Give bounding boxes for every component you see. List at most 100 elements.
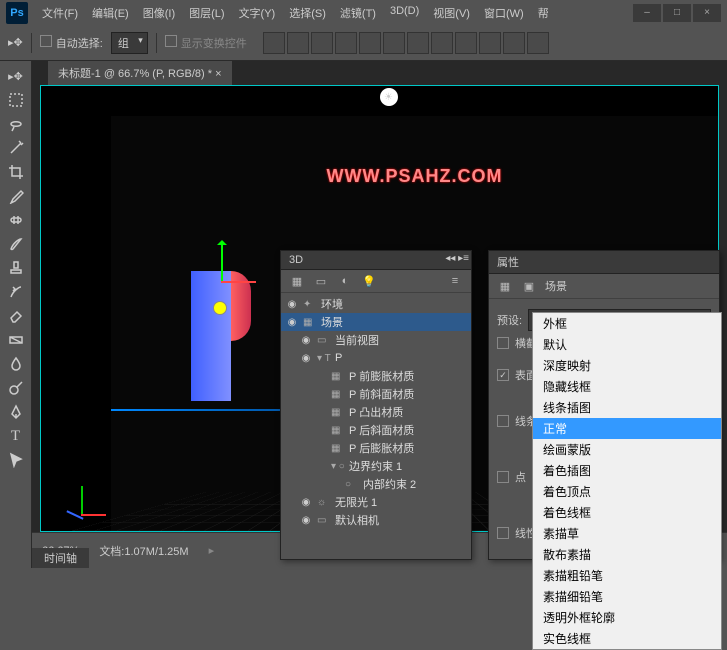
menu-file[interactable]: 文件(F)	[36, 3, 84, 23]
tree-row[interactable]: ◉▭默认相机	[281, 511, 471, 529]
stamp-tool[interactable]	[4, 257, 28, 279]
dropdown-item[interactable]: 绘画蒙版	[533, 439, 721, 460]
menu-window[interactable]: 窗口(W)	[478, 3, 530, 23]
dropdown-item[interactable]: 默认	[533, 334, 721, 355]
brush-tool[interactable]	[4, 233, 28, 255]
visibility-icon[interactable]: ◉	[299, 353, 313, 364]
history-brush-tool[interactable]	[4, 281, 28, 303]
menu-image[interactable]: 图像(I)	[137, 3, 181, 23]
dropdown-item[interactable]: 线条插图	[533, 397, 721, 418]
align-icon[interactable]	[431, 32, 453, 54]
healing-tool[interactable]	[4, 209, 28, 231]
dropdown-item[interactable]: 着色线框	[533, 502, 721, 523]
panel-menu-icon[interactable]: ◂◂ ▸≡	[445, 253, 469, 264]
menu-layer[interactable]: 图层(L)	[183, 3, 230, 23]
scene-icon[interactable]: ▦	[497, 279, 513, 293]
align-icon[interactable]	[359, 32, 381, 54]
gradient-tool[interactable]	[4, 329, 28, 351]
preset-dropdown[interactable]: 外框默认深度映射隐藏线框线条插图正常绘画蒙版着色插图着色顶点着色线框素描草散布素…	[532, 312, 722, 650]
dropdown-item[interactable]: 素描细铅笔	[533, 586, 721, 607]
mode-3d-icon[interactable]	[527, 32, 549, 54]
filter-scene-icon[interactable]: ▦	[289, 274, 305, 288]
maximize-button[interactable]: □	[663, 4, 691, 22]
lasso-tool[interactable]	[4, 113, 28, 135]
tree-row[interactable]: ▦P 前斜面材质	[281, 385, 471, 403]
align-icon[interactable]	[455, 32, 477, 54]
dropdown-item[interactable]: 深度映射	[533, 355, 721, 376]
dropdown-item[interactable]: 透明外框轮廓	[533, 607, 721, 628]
align-icon[interactable]	[407, 32, 429, 54]
visibility-icon[interactable]: ◉	[299, 515, 313, 526]
tree-row[interactable]: ○内部约束 2	[281, 475, 471, 493]
tree-row[interactable]: ▾ ○边界约束 1	[281, 457, 471, 475]
visibility-icon[interactable]: ◉	[299, 497, 313, 508]
blur-tool[interactable]	[4, 353, 28, 375]
dropdown-item[interactable]: 着色顶点	[533, 481, 721, 502]
align-icon[interactable]	[503, 32, 525, 54]
tree-row[interactable]: ◉▭当前视图	[281, 331, 471, 349]
lines-checkbox[interactable]	[497, 415, 509, 427]
marquee-tool[interactable]	[4, 89, 28, 111]
dropdown-item[interactable]: 实色线框	[533, 628, 721, 649]
show-transform-checkbox[interactable]: 显示变换控件	[165, 35, 247, 51]
minimize-button[interactable]: –	[633, 4, 661, 22]
tree-row[interactable]: ▦P 凸出材质	[281, 403, 471, 421]
doc-info[interactable]: 文档:1.07M/1.25M	[99, 543, 188, 559]
auto-select-target[interactable]: 组	[111, 32, 148, 54]
menu-select[interactable]: 选择(S)	[283, 3, 332, 23]
align-icon[interactable]	[263, 32, 285, 54]
visibility-icon[interactable]: ◉	[285, 299, 299, 310]
mesh-icon[interactable]: ▣	[521, 279, 537, 293]
close-button[interactable]: ×	[693, 4, 721, 22]
align-icon[interactable]	[383, 32, 405, 54]
points-checkbox[interactable]	[497, 471, 509, 483]
panel-menu-icon[interactable]: ≡	[447, 274, 463, 288]
menu-help[interactable]: 帮	[532, 3, 555, 23]
cross-section-checkbox[interactable]	[497, 337, 509, 349]
panel-3d[interactable]: 3D ◂◂ ▸≡ ▦ ▭ ◐ 💡 ≡ ◉✦环境◉▦场景◉▭当前视图◉▾ TP▦P…	[280, 250, 472, 560]
dropdown-item[interactable]: 着色插图	[533, 460, 721, 481]
tree-row[interactable]: ▦P 后膨胀材质	[281, 439, 471, 457]
timeline-tab[interactable]: 时间轴	[32, 548, 89, 568]
gizmo-y-axis[interactable]	[221, 241, 223, 281]
tree-row[interactable]: ◉✦环境	[281, 295, 471, 313]
type-tool[interactable]: T	[4, 425, 28, 447]
tree-row[interactable]: ▦P 前膨胀材质	[281, 367, 471, 385]
panel-3d-header[interactable]: 3D ◂◂ ▸≡	[281, 251, 471, 270]
crop-tool[interactable]	[4, 161, 28, 183]
dropdown-item[interactable]: 素描粗铅笔	[533, 565, 721, 586]
visibility-icon[interactable]: ◉	[285, 317, 299, 328]
3d-object-p[interactable]	[181, 271, 251, 401]
dropdown-item[interactable]: 散布素描	[533, 544, 721, 565]
surface-checkbox[interactable]: ✓	[497, 369, 509, 381]
gizmo-x-axis[interactable]	[221, 281, 256, 283]
eraser-tool[interactable]	[4, 305, 28, 327]
move-tool[interactable]: ▸✥	[4, 65, 28, 87]
filter-material-icon[interactable]: ◐	[337, 274, 353, 288]
menu-filter[interactable]: 滤镜(T)	[334, 3, 382, 23]
visibility-icon[interactable]: ◉	[299, 335, 313, 346]
tree-row[interactable]: ▦P 后斜面材质	[281, 421, 471, 439]
align-icon[interactable]	[479, 32, 501, 54]
dropdown-item[interactable]: 正常	[533, 418, 721, 439]
tree-row[interactable]: ◉☼无限光 1	[281, 493, 471, 511]
dropdown-item[interactable]: 外框	[533, 313, 721, 334]
document-tab[interactable]: 未标题-1 @ 66.7% (P, RGB/8) * ×	[48, 61, 232, 85]
path-select-tool[interactable]	[4, 449, 28, 471]
magic-wand-tool[interactable]	[4, 137, 28, 159]
eyedropper-tool[interactable]	[4, 185, 28, 207]
dodge-tool[interactable]	[4, 377, 28, 399]
filter-mesh-icon[interactable]: ▭	[313, 274, 329, 288]
dropdown-item[interactable]: 素描草	[533, 523, 721, 544]
linearize-checkbox[interactable]	[497, 527, 509, 539]
auto-select-checkbox[interactable]: 自动选择:	[40, 35, 103, 51]
align-icon[interactable]	[287, 32, 309, 54]
tree-row[interactable]: ◉▦场景	[281, 313, 471, 331]
align-icon[interactable]	[335, 32, 357, 54]
menu-3d[interactable]: 3D(D)	[384, 3, 425, 23]
3d-light-widget[interactable]: ☀	[380, 88, 398, 106]
align-icon[interactable]	[311, 32, 333, 54]
menu-view[interactable]: 视图(V)	[427, 3, 476, 23]
menu-type[interactable]: 文字(Y)	[233, 3, 282, 23]
dropdown-item[interactable]: 隐藏线框	[533, 376, 721, 397]
